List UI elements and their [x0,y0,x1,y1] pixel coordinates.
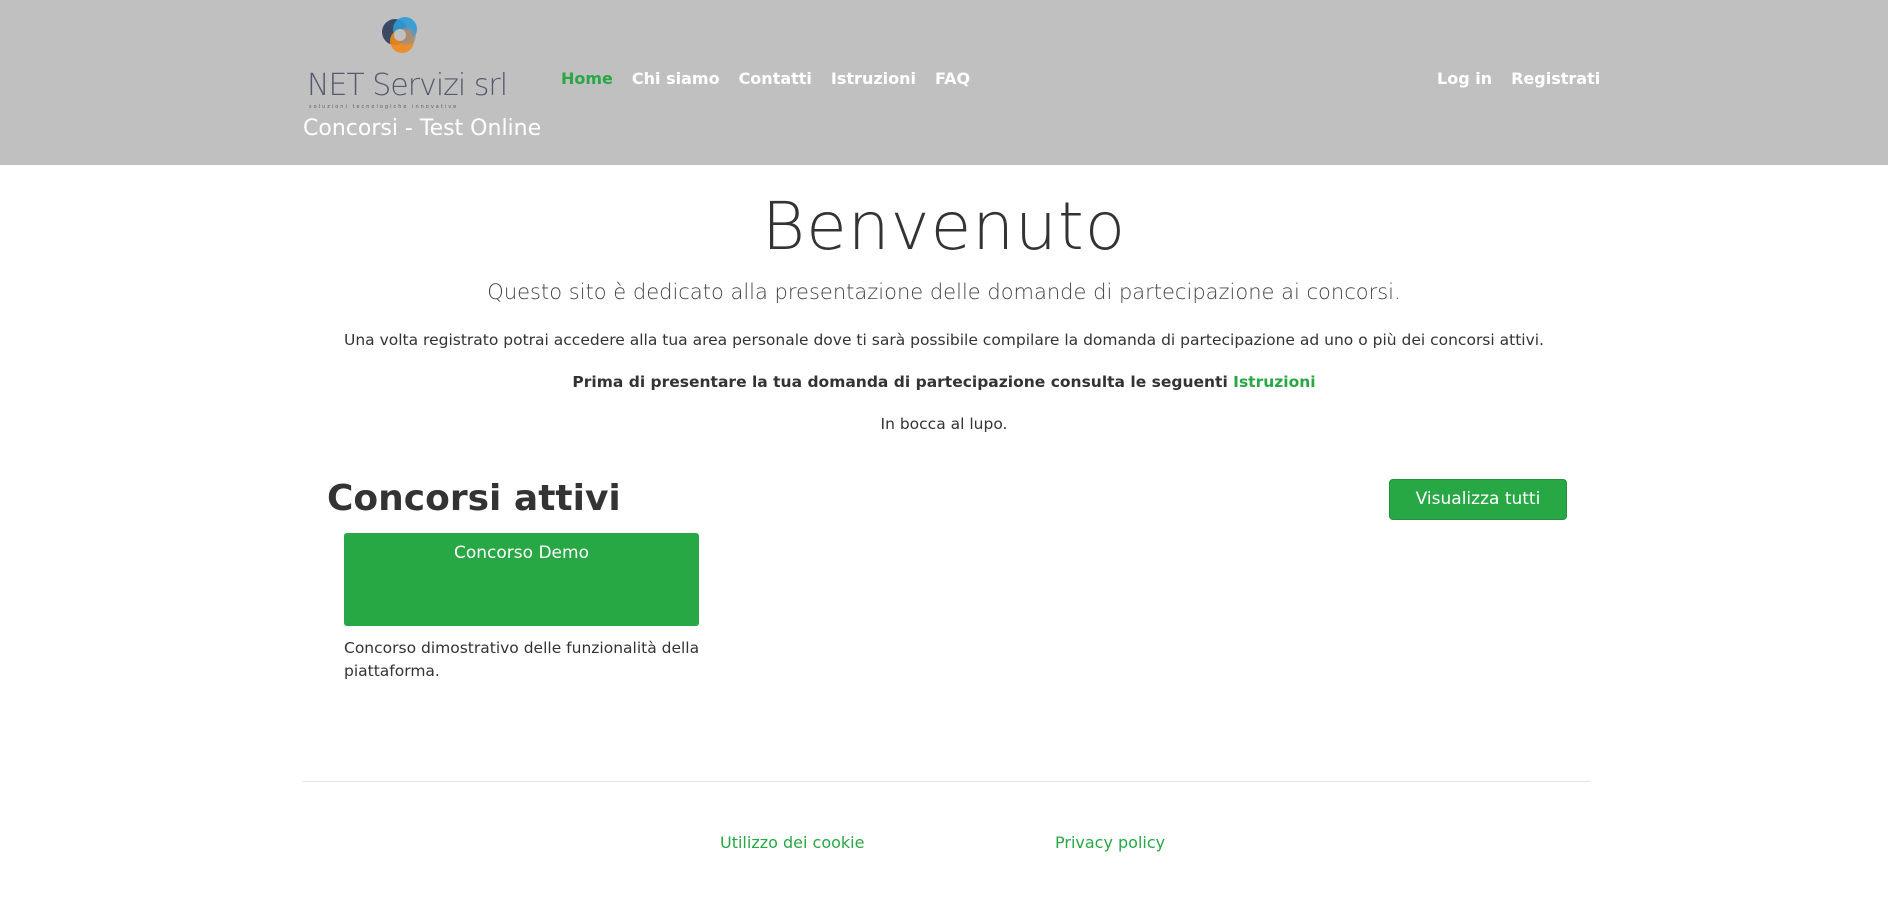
contest-card[interactable]: Concorso Demo [344,533,699,626]
intro-paragraph: Una volta registrato potrai accedere all… [343,331,1544,349]
register-link[interactable]: Registrati [1511,69,1600,88]
footer-divider [303,781,1590,782]
instructions-link[interactable]: Istruzioni [1233,373,1315,391]
page-title: Benvenuto [761,188,1127,265]
site-title: Concorsi - Test Online [303,116,542,141]
nav-istruzioni[interactable]: Istruzioni [831,69,916,88]
contest-card-title: Concorso Demo [454,543,589,563]
nav-home[interactable]: Home [561,69,613,88]
privacy-policy-link[interactable]: Privacy policy [1055,833,1165,852]
logo-icon [382,17,417,53]
nav-chi-siamo[interactable]: Chi siamo [632,69,720,88]
nav-faq[interactable]: FAQ [935,69,970,88]
company-logo[interactable]: NET Servizi srl soluzioni tecnologiche i… [305,12,508,112]
cookie-policy-link[interactable]: Utilizzo dei cookie [720,833,864,852]
view-all-button[interactable]: Visualizza tutti [1389,479,1567,520]
contest-card-description: Concorso dimostrativo delle funzionalità… [344,639,700,680]
site-header: NET Servizi srl soluzioni tecnologiche i… [0,0,1888,165]
good-luck-text: In bocca al lupo. [880,415,1008,433]
logo-tagline: soluzioni tecnologiche innovative [309,104,459,110]
login-link[interactable]: Log in [1437,69,1492,88]
lead-text: Questo sito è dedicato alla presentazion… [487,280,1401,304]
instructions-paragraph: Prima di presentare la tua domanda di pa… [0,373,1888,391]
main-nav: Home Chi siamo Contatti Istruzioni FAQ [561,69,970,88]
logo-name: NET Servizi srl [307,68,508,103]
auth-nav: Log in Registrati [1437,69,1600,88]
nav-contatti[interactable]: Contatti [739,69,812,88]
instructions-text: Prima di presentare la tua domanda di pa… [572,373,1234,391]
active-contests-title: Concorsi attivi [327,478,621,519]
